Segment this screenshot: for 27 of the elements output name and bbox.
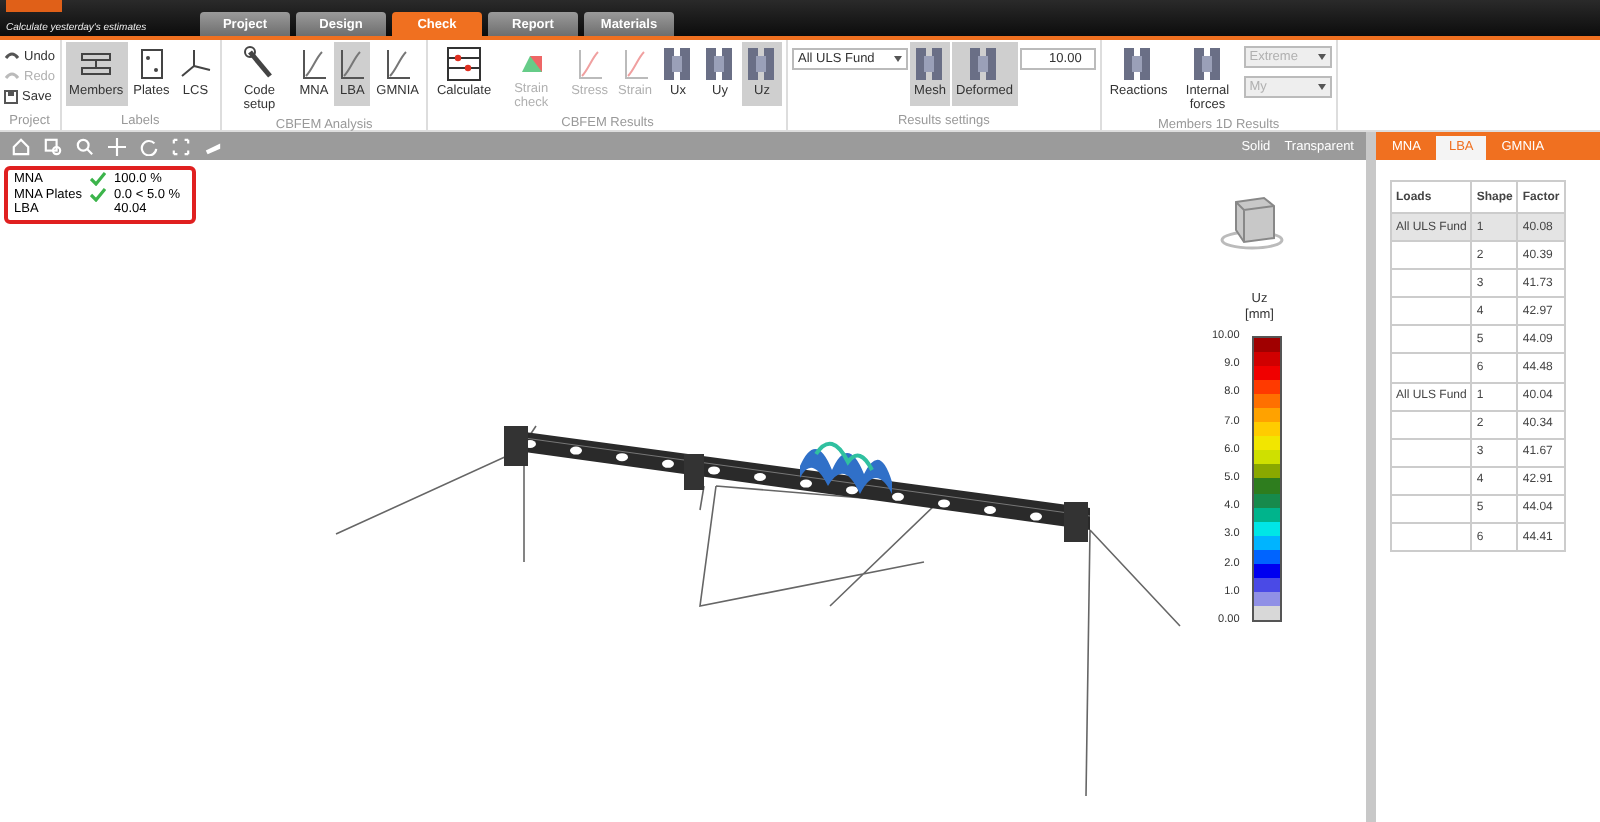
curve-chart-icon [383,46,412,82]
column-section-icon [1122,46,1155,82]
pan-icon[interactable] [108,137,126,155]
zoom-window-icon[interactable] [44,137,62,155]
curve-chart-icon [338,46,367,82]
stress-chart-icon [521,56,542,72]
column-section-icon [662,46,694,82]
curve-chart-icon [575,46,604,82]
plate-icon [137,46,166,82]
column-section-icon [968,46,1001,82]
curve-chart-icon [621,46,649,82]
logo-icon [6,0,62,12]
axes-icon [179,46,212,82]
curve-chart-icon [299,46,328,82]
abacus-icon [446,46,483,82]
rotate-icon[interactable] [140,137,158,155]
undo-icon [4,50,20,62]
column-section-icon [1191,46,1224,82]
search-icon[interactable] [76,137,94,155]
home-icon[interactable] [12,137,30,155]
column-section-icon [704,46,736,82]
column-section-icon [746,46,778,82]
wrench-icon [243,46,276,82]
save-icon [4,89,18,103]
redo-icon [4,70,20,82]
fit-view-icon[interactable] [172,137,190,155]
column-section-icon [914,46,946,82]
